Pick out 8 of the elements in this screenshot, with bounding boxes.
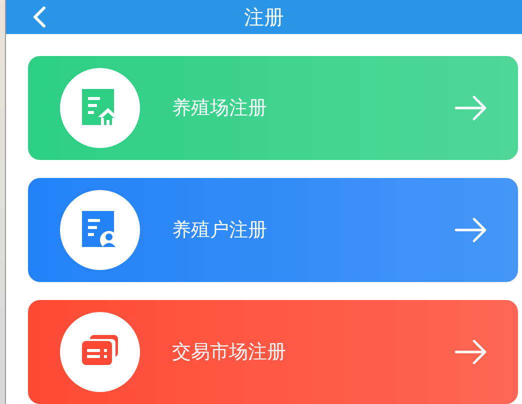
register-card[interactable]: 交易市场注册: [28, 300, 518, 404]
back-button[interactable]: [32, 6, 46, 28]
arrow-right-icon: [454, 339, 488, 365]
page-title: 注册: [244, 5, 284, 29]
register-card[interactable]: 养殖户注册: [28, 178, 518, 282]
arrow-right-icon: [454, 217, 488, 243]
register-card[interactable]: 养殖场注册: [28, 56, 518, 160]
arrow-right-icon: [454, 95, 488, 121]
